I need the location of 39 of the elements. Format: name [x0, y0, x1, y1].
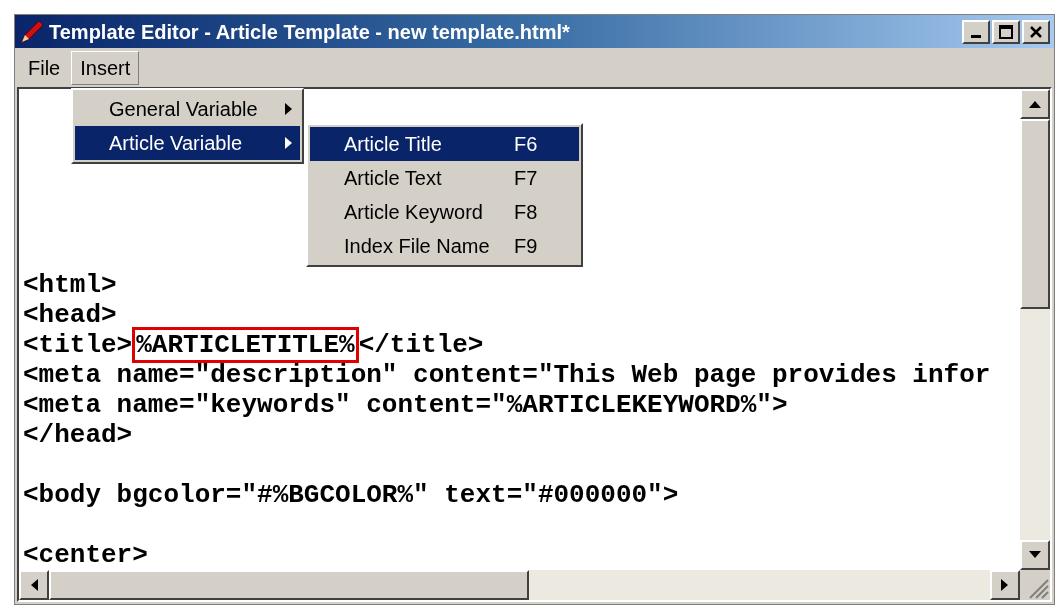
code-line: <body bgcolor="#%BGCOLOR%" text="#000000"> [23, 480, 680, 510]
code-line: <head> [23, 300, 118, 330]
left-arrow-icon [30, 579, 38, 591]
scroll-up-button[interactable] [1020, 89, 1050, 119]
vertical-scrollbar[interactable] [1020, 89, 1050, 570]
down-arrow-icon [1029, 551, 1041, 559]
close-icon [1029, 24, 1043, 39]
submenu-arrow-icon [285, 137, 292, 149]
scroll-thumb[interactable] [49, 570, 529, 600]
resize-grip-icon [1020, 570, 1050, 600]
menu-entry[interactable]: General Variable [75, 92, 300, 126]
close-button[interactable] [1022, 19, 1050, 44]
scroll-right-button[interactable] [990, 570, 1020, 600]
menu-entry[interactable]: Article Title F6 [310, 127, 579, 161]
menu-entry[interactable]: Article Variable [75, 126, 300, 160]
code-line: <center> [23, 540, 149, 570]
menu-entry[interactable]: Article Keyword F8 [310, 195, 579, 229]
maximize-icon [999, 24, 1013, 39]
menu-entry[interactable]: Index File Name F9 [310, 229, 579, 263]
menu-item[interactable]: Insert [71, 50, 140, 85]
window-title: Template Editor - Article Template - new template.html* [49, 19, 571, 45]
submenu-arrow-icon [285, 103, 292, 115]
scroll-left-button[interactable] [19, 570, 49, 600]
maximize-button[interactable] [992, 19, 1020, 44]
right-arrow-icon [1001, 579, 1009, 591]
pencil-icon [19, 18, 45, 45]
code-line: <meta name="keywords" content="%ARTICLEKEYWORD%"> [23, 390, 789, 420]
code-line: <title>%ARTICLETITLE%</title> [23, 330, 1020, 360]
scroll-thumb[interactable] [1020, 119, 1050, 309]
code-line: </head> [23, 420, 134, 450]
horizontal-scrollbar[interactable] [19, 570, 1020, 600]
minimize-icon [971, 35, 981, 39]
menu-entry[interactable]: Article Text F7 [310, 161, 579, 195]
code-line: <html> [23, 270, 118, 300]
up-arrow-icon [1029, 100, 1041, 108]
menu-item[interactable]: File [19, 50, 70, 85]
scroll-down-button[interactable] [1020, 540, 1050, 570]
code-line: <meta name="description" content="This Web page provides infor [23, 360, 992, 390]
minimize-button[interactable] [962, 19, 990, 44]
